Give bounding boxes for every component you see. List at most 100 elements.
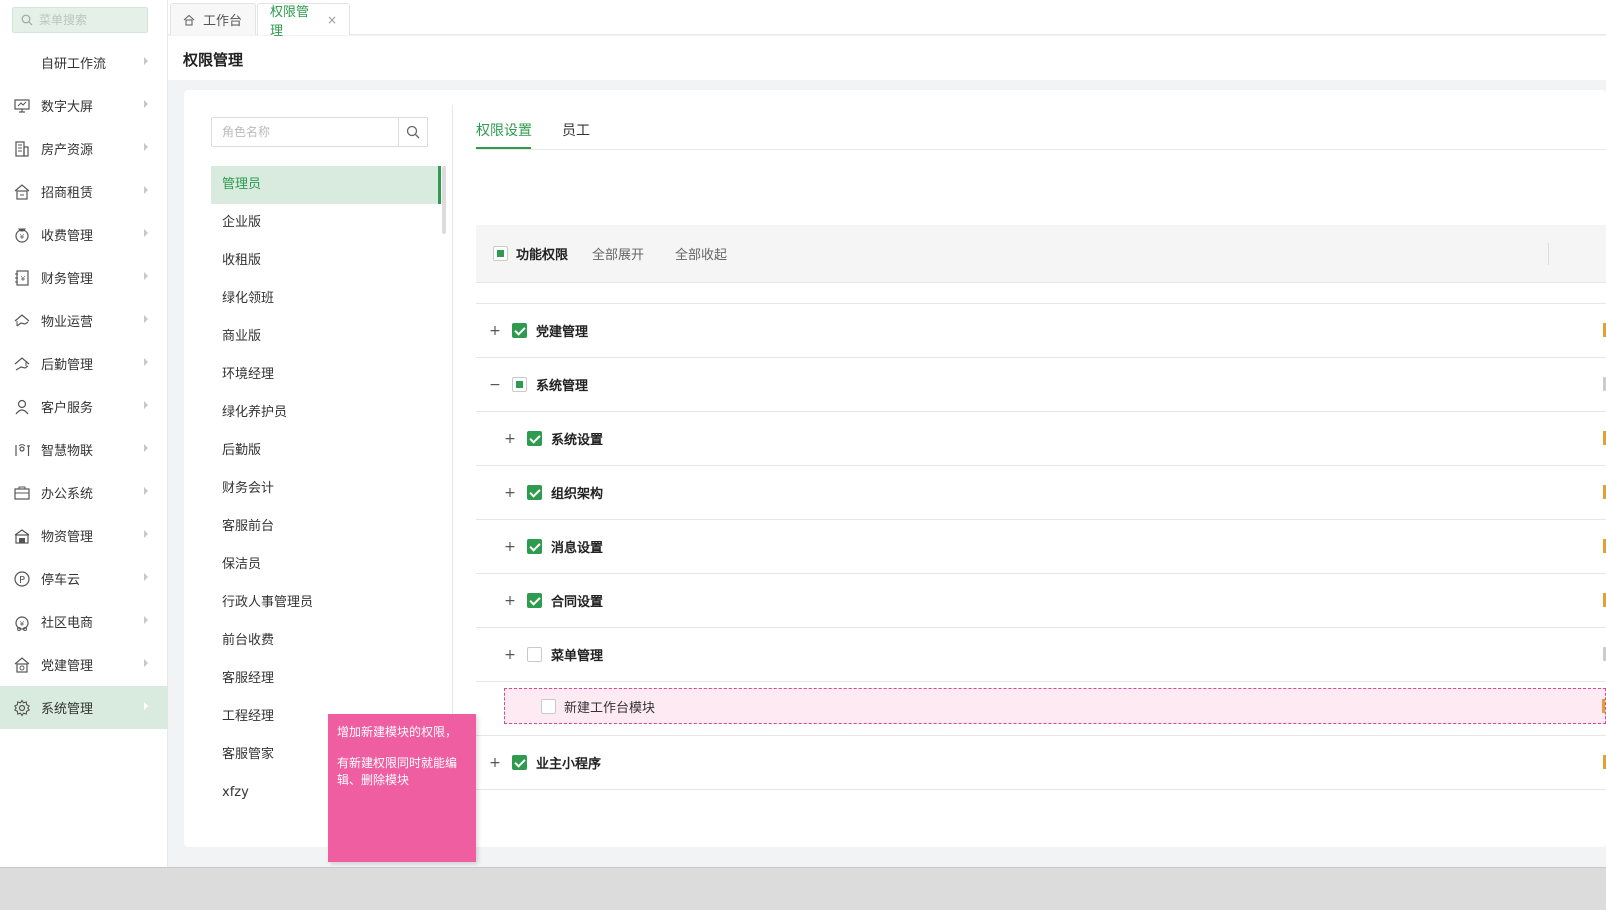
role-search: [211, 117, 428, 147]
sidebar-item-customer-service[interactable]: 客户服务: [0, 385, 168, 428]
sidebar-item-digital-screen[interactable]: 数字大屏: [0, 84, 168, 127]
bottom-strip: [0, 867, 1606, 910]
svg-text:P: P: [19, 575, 25, 586]
chevron-right-icon: [144, 573, 148, 581]
role-item[interactable]: 行政人事管理员: [211, 584, 441, 622]
role-item[interactable]: 绿化养护员: [211, 394, 441, 432]
collapse-toggle[interactable]: −: [488, 377, 502, 393]
expand-all-button[interactable]: 全部展开: [592, 244, 644, 263]
sidebar-item-office[interactable]: 办公系统: [0, 471, 168, 514]
row-label: 业主小程序: [536, 757, 602, 772]
note-line: 增加新建模块的权限，: [337, 725, 458, 739]
role-list-scrollbar[interactable]: [442, 166, 446, 234]
chevron-right-icon: [144, 401, 148, 409]
expand-toggle[interactable]: +: [503, 593, 517, 609]
tab-label: 工作台: [203, 14, 243, 29]
role-item[interactable]: 保洁员: [211, 546, 441, 584]
active-tab-indicator: [476, 147, 531, 149]
sidebar-item-workflow[interactable]: 自研工作流: [0, 41, 168, 84]
row-checkbox[interactable]: [527, 647, 542, 662]
tab-workbench[interactable]: 工作台: [170, 3, 256, 35]
tree-row: + 党建管理: [476, 304, 1606, 358]
row-label: 合同设置: [551, 595, 604, 610]
expand-toggle[interactable]: +: [488, 755, 502, 771]
collapse-all-button[interactable]: 全部收起: [675, 244, 727, 263]
role-item[interactable]: 后勤版: [211, 432, 441, 470]
chevron-right-icon: [144, 702, 148, 710]
row-label: 菜单管理: [551, 649, 604, 664]
role-item[interactable]: 环境经理: [211, 356, 441, 394]
close-icon[interactable]: ×: [327, 13, 337, 27]
menu-search[interactable]: [12, 7, 148, 33]
role-item[interactable]: 企业版: [211, 204, 441, 242]
row-checkbox[interactable]: [512, 755, 527, 770]
annotation-note: 增加新建模块的权限， 有新建权限同时就能编辑、删除模块: [328, 714, 476, 862]
monitor-icon: [12, 96, 32, 116]
sidebar-item-logistics[interactable]: 后勤管理: [0, 342, 168, 385]
sidebar-item-label: 数字大屏: [41, 100, 94, 115]
chevron-right-icon: [144, 100, 148, 108]
row-checkbox[interactable]: [527, 485, 542, 500]
sidebar-item-label: 党建管理: [41, 659, 94, 674]
role-item[interactable]: 管理员: [211, 166, 441, 204]
row-checkbox[interactable]: [527, 593, 542, 608]
tab-label: 权限管理: [270, 4, 310, 39]
expand-toggle[interactable]: +: [503, 485, 517, 501]
row-checkbox[interactable]: [512, 377, 527, 392]
sidebar-menu: 自研工作流 数字大屏 房产资源 招商租赁 ¥ 收费管理 ¥ 财务管理 物业运营 …: [0, 41, 168, 729]
sidebar-item-label: 招商租赁: [41, 186, 94, 201]
sidebar-item-operations[interactable]: 物业运营: [0, 299, 168, 342]
expand-toggle[interactable]: +: [503, 539, 517, 555]
chevron-right-icon: [144, 530, 148, 538]
menu-search-input[interactable]: [39, 13, 139, 27]
expand-toggle[interactable]: +: [503, 647, 517, 663]
house-lease-icon: [12, 182, 32, 202]
iot-icon: [12, 440, 32, 460]
role-item[interactable]: 商业版: [211, 318, 441, 356]
sidebar-item-iot[interactable]: 智慧物联: [0, 428, 168, 471]
chevron-right-icon: [144, 229, 148, 237]
role-search-input[interactable]: [212, 118, 398, 146]
row-checkbox[interactable]: [512, 323, 527, 338]
tree-row: + 系统设置: [476, 412, 1606, 466]
user-icon: [12, 397, 32, 417]
sidebar-item-finance[interactable]: ¥ 财务管理: [0, 256, 168, 299]
role-item[interactable]: 收租版: [211, 242, 441, 280]
role-item[interactable]: 客服前台: [211, 508, 441, 546]
tab-permission-settings[interactable]: 权限设置: [476, 120, 532, 140]
sidebar-item-system[interactable]: 系统管理: [0, 686, 168, 729]
tab-permission-management[interactable]: 权限管理 ×: [257, 3, 350, 39]
house-support-icon: [12, 354, 32, 374]
row-label: 党建管理: [536, 325, 589, 340]
expand-toggle[interactable]: +: [503, 431, 517, 447]
sidebar-item-leasing[interactable]: 招商租赁: [0, 170, 168, 213]
sidebar-item-ecommerce[interactable]: ¥ 社区电商: [0, 600, 168, 643]
building-icon: [12, 139, 32, 159]
permission-header: 功能权限 全部展开 全部收起: [476, 225, 1606, 283]
row-checkbox[interactable]: [527, 539, 542, 554]
sidebar-item-label: 财务管理: [41, 272, 94, 287]
role-item[interactable]: 财务会计: [211, 470, 441, 508]
permission-title: 功能权限: [516, 248, 569, 263]
row-checkbox[interactable]: [527, 431, 542, 446]
role-item[interactable]: 客服经理: [211, 660, 441, 698]
role-search-button[interactable]: [398, 118, 427, 146]
sidebar-item-property[interactable]: 房产资源: [0, 127, 168, 170]
note-line: 有新建权限同时就能编辑、删除模块: [337, 756, 458, 787]
chevron-right-icon: [144, 616, 148, 624]
role-item[interactable]: 绿化领班: [211, 280, 441, 318]
sidebar-item-parking[interactable]: P 停车云: [0, 557, 168, 600]
sidebar-item-materials[interactable]: 物资管理: [0, 514, 168, 557]
chevron-right-icon: [144, 272, 148, 280]
expand-toggle[interactable]: +: [488, 323, 502, 339]
sidebar-item-party[interactable]: 党建管理: [0, 643, 168, 686]
chevron-right-icon: [144, 315, 148, 323]
select-all-checkbox[interactable]: [493, 246, 508, 261]
role-item[interactable]: 前台收费: [211, 622, 441, 660]
row-label: 新建工作台模块: [564, 700, 656, 716]
tab-employees[interactable]: 员工: [562, 120, 590, 140]
sidebar-item-label: 自研工作流: [41, 57, 107, 72]
sidebar-item-charges[interactable]: ¥ 收费管理: [0, 213, 168, 256]
chevron-right-icon: [144, 444, 148, 452]
row-checkbox[interactable]: [541, 698, 556, 714]
